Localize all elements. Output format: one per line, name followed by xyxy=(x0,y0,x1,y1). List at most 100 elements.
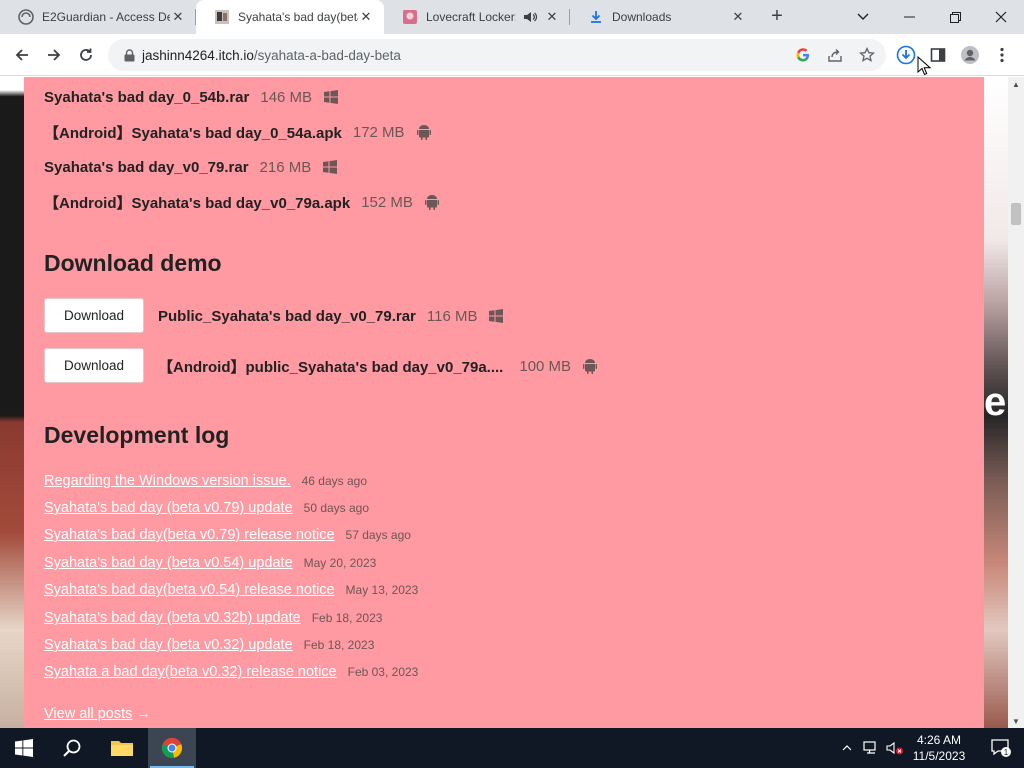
file-size: 152 MB xyxy=(361,193,413,211)
lock-icon[interactable] xyxy=(120,48,138,62)
close-tab-icon[interactable]: ✕ xyxy=(170,9,186,25)
forward-button[interactable] xyxy=(41,42,67,68)
clock-time: 4:26 AM xyxy=(916,733,962,747)
close-tab-icon[interactable]: ✕ xyxy=(358,9,374,25)
page-viewport: er Syahata's bad day_0_54b.rar 146 MB 【A… xyxy=(0,77,1008,728)
restore-button[interactable] xyxy=(932,0,978,34)
close-tab-icon[interactable]: ✕ xyxy=(544,9,560,25)
devlog-post-date: May 20, 2023 xyxy=(303,556,377,570)
windows-icon xyxy=(322,159,338,175)
chrome-icon xyxy=(161,737,183,759)
devlog-heading: Development log xyxy=(44,422,230,448)
windows-icon xyxy=(323,89,339,105)
devlog-post: Syahata's bad day(beta v0.79) release no… xyxy=(44,527,411,547)
system-clock[interactable]: 4:26 AM 11/5/2023 xyxy=(905,732,973,764)
file-name: 【Android】public_Syahata's bad day_v0_79a… xyxy=(158,358,504,376)
view-all-posts-link[interactable]: View all posts → xyxy=(44,706,151,722)
google-icon[interactable] xyxy=(790,42,816,68)
devlog-post: Syahata's bad day (beta v0.54) update Ma… xyxy=(44,555,376,575)
volume-muted-icon[interactable] xyxy=(884,728,906,768)
devlog-post: Regarding the Windows version issue. 46 … xyxy=(44,473,367,493)
bookmark-star-icon[interactable] xyxy=(854,42,880,68)
windows-logo-icon xyxy=(15,739,33,757)
devlog-post-link[interactable]: Regarding the Windows version issue. xyxy=(44,473,291,489)
tab-title: Downloads xyxy=(612,10,672,24)
notification-icon: 1 xyxy=(991,739,1011,757)
download-button[interactable]: Download xyxy=(44,298,144,333)
windows-icon xyxy=(488,308,504,324)
lovecraft-icon xyxy=(402,9,418,25)
file-row: Syahata's bad day_0_54b.rar 146 MB xyxy=(44,86,339,108)
url-text[interactable]: jashinn4264.itch.io/syahata-a-bad-day-be… xyxy=(142,48,790,63)
new-tab-button[interactable]: + xyxy=(766,6,788,28)
file-name: Syahata's bad day_0_54b.rar xyxy=(44,88,250,106)
download-demo-heading: Download demo xyxy=(44,250,222,276)
tab-search-button[interactable] xyxy=(840,0,886,34)
tray-chevron-up-icon[interactable] xyxy=(838,728,856,768)
close-tab-icon[interactable]: ✕ xyxy=(730,9,746,25)
tab-strip: E2Guardian - Access De ✕ Syahata's bad d… xyxy=(0,0,1024,34)
background-art-left xyxy=(0,77,24,728)
tab-e2guardian[interactable]: E2Guardian - Access De ✕ xyxy=(0,0,196,34)
search-icon xyxy=(63,739,81,757)
speaker-icon[interactable] xyxy=(522,9,538,25)
taskbar-search-button[interactable] xyxy=(48,728,96,768)
tab-lovecraft[interactable]: Lovecraft Locker: T ✕ xyxy=(384,0,570,34)
reload-button[interactable] xyxy=(73,42,99,68)
file-row: Syahata's bad day_v0_79.rar 216 MB xyxy=(44,156,338,178)
scroll-down-arrow-icon[interactable]: ▼ xyxy=(1008,714,1024,728)
scroll-up-arrow-icon[interactable]: ▲ xyxy=(1008,77,1024,91)
minimize-button[interactable] xyxy=(886,0,932,34)
file-row: 【Android】Syahata's bad day_v0_79a.apk 15… xyxy=(44,191,440,213)
devlog-post-date: 50 days ago xyxy=(303,501,370,515)
windows-taskbar: 4:26 AM 11/5/2023 1 xyxy=(0,728,1024,768)
menu-kebab-icon[interactable] xyxy=(989,42,1015,68)
close-window-button[interactable] xyxy=(978,0,1024,34)
devlog-post-date: Feb 03, 2023 xyxy=(347,665,419,679)
scrollbar-thumb[interactable] xyxy=(1011,203,1021,225)
browser-toolbar: jashinn4264.itch.io/syahata-a-bad-day-be… xyxy=(0,34,1024,76)
game-page-content: Syahata's bad day_0_54b.rar 146 MB 【Andr… xyxy=(24,77,984,728)
share-icon[interactable] xyxy=(822,42,848,68)
download-button[interactable]: Download xyxy=(44,348,144,383)
background-art-right: er xyxy=(984,77,1008,728)
tab-syahata[interactable]: Syahata's bad day(beta ✕ xyxy=(196,0,384,34)
devlog-post-link[interactable]: Syahata's bad day(beta v0.54) release no… xyxy=(44,582,335,598)
tab-title: Lovecraft Locker: T xyxy=(426,10,516,24)
devlog-post: Syahata's bad day (beta v0.79) update 50… xyxy=(44,500,369,520)
file-size: 172 MB xyxy=(352,123,405,141)
devlog-post-link[interactable]: Syahata's bad day (beta v0.32) update xyxy=(44,637,293,653)
background-title-fragment: er xyxy=(984,380,1008,424)
profile-avatar-icon[interactable] xyxy=(957,42,983,68)
devlog-post: Syahata's bad day(beta v0.54) release no… xyxy=(44,582,418,602)
file-row: 【Android】Syahata's bad day_0_54a.apk 172… xyxy=(44,121,432,143)
downloads-indicator-icon[interactable] xyxy=(893,42,919,68)
android-icon xyxy=(424,194,440,210)
devlog-post-date: Feb 18, 2023 xyxy=(311,611,383,625)
devlog-post-link[interactable]: Syahata's bad day (beta v0.79) update xyxy=(44,500,293,516)
network-icon[interactable] xyxy=(860,728,882,768)
tab-downloads[interactable]: Downloads ✕ xyxy=(570,0,756,34)
devlog-post-link[interactable]: Syahata's bad day (beta v0.32b) update xyxy=(44,610,301,626)
devlog-post-link[interactable]: Syahata's bad day (beta v0.54) update xyxy=(44,555,293,571)
folder-icon xyxy=(111,741,133,756)
devlog-post: Syahata's bad day (beta v0.32b) update F… xyxy=(44,610,382,630)
devlog-post-link[interactable]: Syahata's bad day(beta v0.79) release no… xyxy=(44,527,335,543)
file-size: 146 MB xyxy=(260,88,313,106)
file-size: 216 MB xyxy=(259,158,312,176)
devlog-post-date: 57 days ago xyxy=(345,528,411,542)
tab-title: E2Guardian - Access De xyxy=(42,10,170,24)
demo-file-row: Public_Syahata's bad day_v0_79.rar 116 M… xyxy=(158,305,504,327)
arrow-right-icon: → xyxy=(136,706,151,722)
address-bar[interactable]: jashinn4264.itch.io/syahata-a-bad-day-be… xyxy=(108,39,886,71)
page-scrollbar[interactable]: ▲ ▼ xyxy=(1008,77,1024,728)
notification-center-button[interactable]: 1 xyxy=(981,728,1021,768)
devlog-post-date: May 13, 2023 xyxy=(345,583,419,597)
view-all-label: View all posts xyxy=(44,706,133,722)
start-button[interactable] xyxy=(0,728,48,768)
file-explorer-button[interactable] xyxy=(98,728,146,768)
download-icon xyxy=(588,9,604,25)
back-button[interactable] xyxy=(9,42,35,68)
chrome-taskbar-button[interactable] xyxy=(148,728,196,768)
devlog-post-link[interactable]: Syahata a bad day(beta v0.32) release no… xyxy=(44,664,337,680)
